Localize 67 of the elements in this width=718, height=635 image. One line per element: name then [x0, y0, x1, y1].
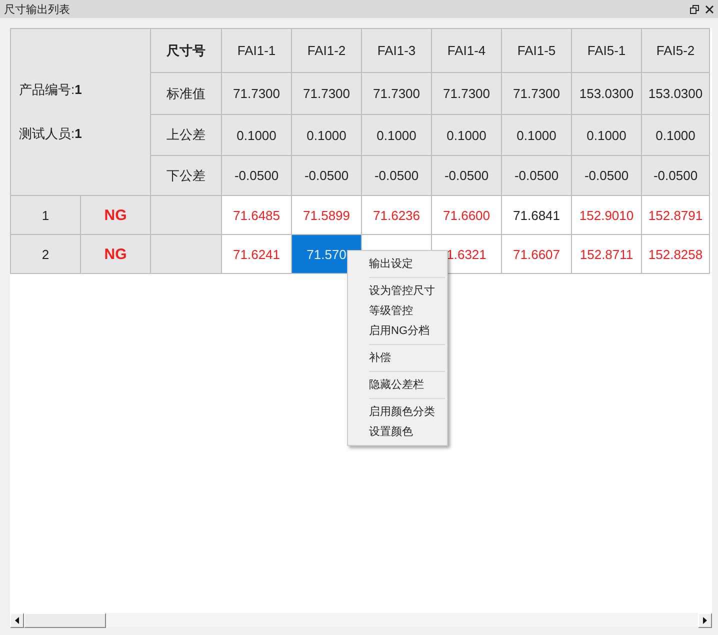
restore-icon[interactable] — [690, 4, 699, 14]
header-cell: 0.1000 — [432, 114, 502, 156]
header-cell: 上公差 — [150, 114, 222, 156]
header-cell: 71.7300 — [292, 72, 362, 114]
table-cell[interactable]: 71.6607 — [502, 234, 572, 274]
header-cell: 下公差 — [150, 156, 222, 196]
table-cell[interactable]: 71.6485 — [222, 196, 292, 234]
menu-item[interactable]: 隐藏公差栏 — [348, 375, 447, 395]
menu-item[interactable]: 启用NG分档 — [348, 321, 447, 341]
table-cell[interactable]: 152.9010 — [572, 196, 642, 234]
menu-item[interactable]: 等级管控 — [348, 301, 447, 321]
menu-item[interactable]: 设为管控尺寸 — [348, 281, 447, 301]
table-cell[interactable]: 71.6600 — [432, 196, 502, 234]
table-cell[interactable]: 152.8711 — [572, 234, 642, 274]
scroll-left-button[interactable] — [10, 613, 24, 628]
table-cell[interactable]: 71.6236 — [362, 196, 432, 234]
header-cell: 153.0300 — [642, 72, 710, 114]
scroll-right-button[interactable] — [698, 613, 712, 628]
row-index-cell: 2 — [10, 234, 80, 274]
header-cell: 71.7300 — [432, 72, 502, 114]
header-cell: 尺寸号 — [150, 28, 222, 72]
close-icon[interactable] — [705, 4, 714, 14]
header-cell: 0.1000 — [222, 114, 292, 156]
header-cell: -0.0500 — [292, 156, 362, 196]
window-title: 尺寸输出列表 — [4, 2, 71, 16]
table-cell — [150, 234, 222, 274]
header-cell: FAI1-1 — [222, 28, 292, 72]
table-cell — [150, 196, 222, 234]
header-cell: FAI1-3 — [362, 28, 432, 72]
scroll-thumb[interactable] — [24, 613, 106, 628]
header-cell: 0.1000 — [292, 114, 362, 156]
header-cell: 0.1000 — [642, 114, 710, 156]
header-cell: -0.0500 — [642, 156, 710, 196]
menu-item[interactable]: 补偿 — [348, 348, 447, 368]
header-cell: 153.0300 — [572, 72, 642, 114]
header-cell: 0.1000 — [572, 114, 642, 156]
menu-item[interactable]: 启用颜色分类 — [348, 402, 447, 422]
header-cell: FAI5-1 — [572, 28, 642, 72]
horizontal-scrollbar[interactable] — [10, 613, 712, 627]
result-cell: NG — [80, 196, 151, 234]
header-cell: 标准值 — [150, 72, 222, 114]
table-cell[interactable]: 152.8258 — [642, 234, 710, 274]
left-arrow-icon — [15, 617, 19, 624]
right-arrow-icon — [703, 617, 707, 624]
header-cell: 71.7300 — [362, 72, 432, 114]
header-cell: -0.0500 — [502, 156, 572, 196]
row-index-cell: 1 — [10, 196, 80, 234]
table-cell[interactable]: 71.6241 — [222, 234, 292, 274]
header-cell: FAI1-5 — [502, 28, 572, 72]
header-cell: 0.1000 — [502, 114, 572, 156]
header-cell: 71.7300 — [502, 72, 572, 114]
table-cell[interactable]: 152.8791 — [642, 196, 710, 234]
result-cell: NG — [80, 234, 151, 274]
header-cell: -0.0500 — [362, 156, 432, 196]
info-label: 产品编号:1 — [19, 81, 83, 99]
header-cell: -0.0500 — [572, 156, 642, 196]
header-cell: FAI1-4 — [432, 28, 502, 72]
table-cell[interactable]: 71.6841 — [502, 196, 572, 234]
info-label: 测试人员:1 — [19, 125, 83, 143]
header-cell: -0.0500 — [432, 156, 502, 196]
header-cell: -0.0500 — [222, 156, 292, 196]
menu-item[interactable]: 设置颜色 — [348, 422, 447, 442]
table-cell[interactable]: 71.5899 — [292, 196, 362, 234]
header-cell: FAI5-2 — [642, 28, 710, 72]
header-cell: 0.1000 — [362, 114, 432, 156]
header-cell: FAI1-2 — [292, 28, 362, 72]
header-cell: 71.7300 — [222, 72, 292, 114]
